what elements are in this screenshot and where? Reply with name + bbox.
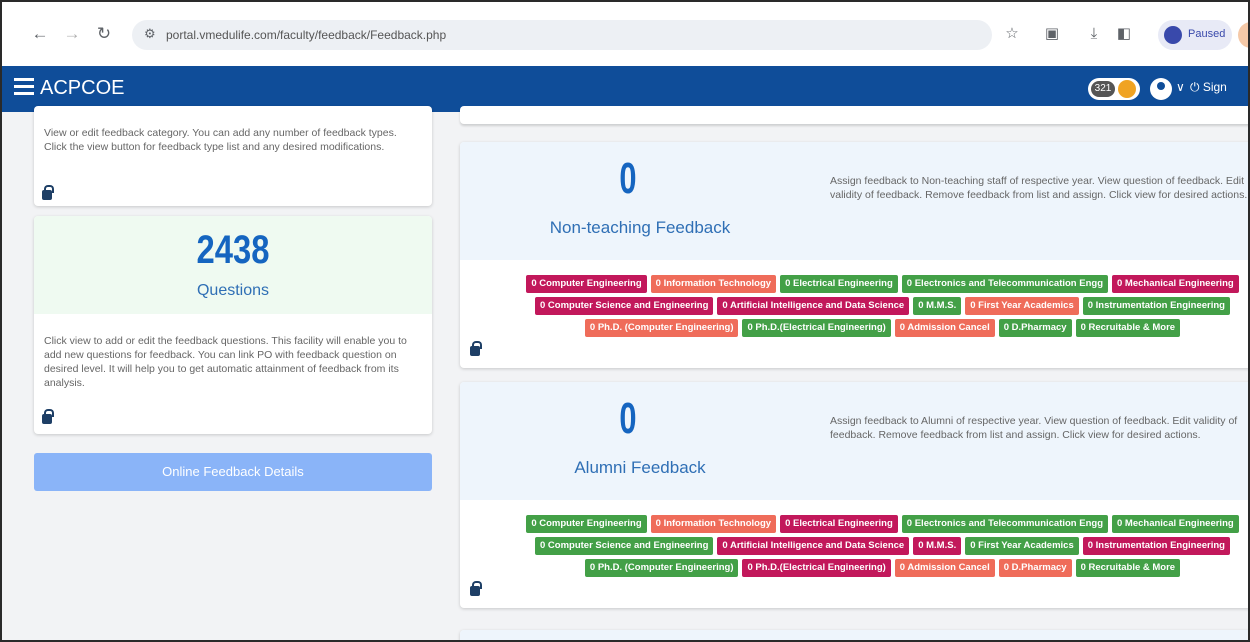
- department-tag[interactable]: 0 Information Technology: [650, 515, 777, 533]
- department-tag[interactable]: 0 Ph.D.(Electrical Engineering): [742, 319, 891, 337]
- questions-description: Click view to add or edit the feedback q…: [44, 335, 407, 389]
- signout-link[interactable]: ⏻ Sign: [1190, 80, 1227, 95]
- card-header: [460, 630, 1248, 640]
- department-tag[interactable]: 0 Ph.D. (Computer Engineering): [584, 559, 739, 577]
- department-tag[interactable]: 0 Electronics and Telecommunication Engg: [901, 515, 1108, 533]
- lock-icon: [470, 341, 482, 356]
- trophy-icon: [1118, 80, 1136, 98]
- alumni-feedback-card: 0 Alumni Feedback Assign feedback to Alu…: [460, 382, 1248, 608]
- points-badge[interactable]: 321: [1088, 78, 1140, 100]
- department-tag[interactable]: 0 Ph.D.(Electrical Engineering): [742, 559, 891, 577]
- sidepanel-icon[interactable]: ◧: [1114, 24, 1134, 44]
- next-feedback-card: [460, 630, 1248, 640]
- non-teaching-feedback-card: 0 Non-teaching Feedback Assign feedback …: [460, 142, 1248, 368]
- department-tag[interactable]: 0 Mechanical Engineering: [1112, 515, 1239, 533]
- department-tag[interactable]: 0 Instrumentation Engineering: [1082, 537, 1230, 555]
- previous-feedback-card: [460, 106, 1248, 124]
- card-header: 0 Alumni Feedback Assign feedback to Alu…: [460, 382, 1248, 500]
- department-tag[interactable]: 0 Electronics and Telecommunication Engg: [901, 275, 1108, 293]
- department-tag[interactable]: 0 M.M.S.: [913, 537, 962, 555]
- feedback-category-card: View or edit feedback category. You can …: [34, 106, 432, 206]
- bookmark-star-icon[interactable]: ☆: [1002, 24, 1022, 44]
- department-tag[interactable]: 0 D.Pharmacy: [998, 559, 1072, 577]
- app-title[interactable]: ACPCOE: [40, 77, 124, 100]
- card-header: 0 Non-teaching Feedback Assign feedback …: [460, 142, 1248, 260]
- department-tag[interactable]: 0 Recruitable & More: [1075, 319, 1181, 337]
- lock-icon: [470, 581, 482, 596]
- department-tag[interactable]: 0 Computer Science and Engineering: [535, 297, 714, 315]
- department-tag[interactable]: 0 First Year Academics: [965, 537, 1079, 555]
- lock-icon: [42, 409, 54, 424]
- questions-stat[interactable]: 2438 Questions: [34, 216, 432, 314]
- browser-toolbar: ← → ↻ ⚙ portal.vmedulife.com/faculty/fee…: [2, 2, 1248, 66]
- department-tag[interactable]: 0 Recruitable & More: [1075, 559, 1181, 577]
- department-tag[interactable]: 0 Artificial Intelligence and Data Scien…: [717, 297, 910, 315]
- department-tag[interactable]: 0 First Year Academics: [965, 297, 1079, 315]
- feedback-description: Assign feedback to Non-teaching staff of…: [830, 175, 1248, 201]
- forward-arrow-icon[interactable]: →: [62, 24, 82, 44]
- lock-icon: [42, 185, 54, 200]
- department-tags: 0 Computer Engineering 0 Information Tech…: [520, 272, 1245, 338]
- profile-chip[interactable]: Paused: [1158, 20, 1232, 50]
- feedback-type-label[interactable]: Non-teaching Feedback: [520, 218, 760, 238]
- feedback-count[interactable]: 0: [615, 394, 640, 444]
- account-avatar-icon[interactable]: [1238, 22, 1248, 48]
- download-icon[interactable]: ⤓: [1084, 24, 1104, 44]
- reload-icon[interactable]: ↻: [94, 24, 114, 44]
- online-feedback-details-button[interactable]: Online Feedback Details: [34, 453, 432, 491]
- department-tag[interactable]: 0 M.M.S.: [913, 297, 962, 315]
- menu-icon[interactable]: [14, 78, 34, 96]
- url-text: portal.vmedulife.com/faculty/feedback/Fe…: [166, 28, 447, 42]
- feedback-type-label[interactable]: Alumni Feedback: [520, 458, 760, 478]
- signout-label: Sign: [1202, 80, 1227, 94]
- points-count: 321: [1091, 81, 1115, 97]
- profile-label: Paused: [1188, 28, 1226, 40]
- questions-count: 2438: [196, 228, 270, 272]
- department-tag[interactable]: 0 Admission Cancel: [894, 559, 995, 577]
- user-account-icon[interactable]: [1150, 78, 1172, 100]
- department-tag[interactable]: 0 Information Technology: [650, 275, 777, 293]
- department-tag[interactable]: 0 Computer Engineering: [526, 515, 647, 533]
- site-info-icon[interactable]: ⚙: [144, 26, 156, 42]
- category-description: View or edit feedback category. You can …: [44, 127, 397, 153]
- feedback-description: Assign feedback to Alumni of respective …: [830, 415, 1238, 441]
- department-tag[interactable]: 0 Electrical Engineering: [780, 275, 898, 293]
- back-arrow-icon[interactable]: ←: [30, 24, 50, 44]
- department-tags: 0 Computer Engineering 0 Information Tech…: [520, 512, 1245, 578]
- department-tag[interactable]: 0 Mechanical Engineering: [1112, 275, 1239, 293]
- department-tag[interactable]: 0 Admission Cancel: [894, 319, 995, 337]
- extensions-icon[interactable]: ▣: [1042, 24, 1062, 44]
- department-tag[interactable]: 0 Ph.D. (Computer Engineering): [584, 319, 739, 337]
- feedback-count[interactable]: 0: [615, 154, 640, 204]
- department-tag[interactable]: 0 D.Pharmacy: [998, 319, 1072, 337]
- profile-avatar-icon: [1164, 26, 1182, 44]
- address-bar[interactable]: ⚙ portal.vmedulife.com/faculty/feedback/…: [132, 20, 992, 50]
- department-tag[interactable]: 0 Instrumentation Engineering: [1082, 297, 1230, 315]
- questions-card: 2438 Questions Click view to add or edit…: [34, 216, 432, 434]
- questions-label: Questions: [196, 282, 270, 299]
- chevron-down-icon[interactable]: ∨: [1176, 80, 1185, 94]
- page-frame: ← → ↻ ⚙ portal.vmedulife.com/faculty/fee…: [0, 0, 1250, 642]
- department-tag[interactable]: 0 Computer Science and Engineering: [535, 537, 714, 555]
- department-tag[interactable]: 0 Computer Engineering: [526, 275, 647, 293]
- department-tag[interactable]: 0 Electrical Engineering: [780, 515, 898, 533]
- department-tag[interactable]: 0 Artificial Intelligence and Data Scien…: [717, 537, 910, 555]
